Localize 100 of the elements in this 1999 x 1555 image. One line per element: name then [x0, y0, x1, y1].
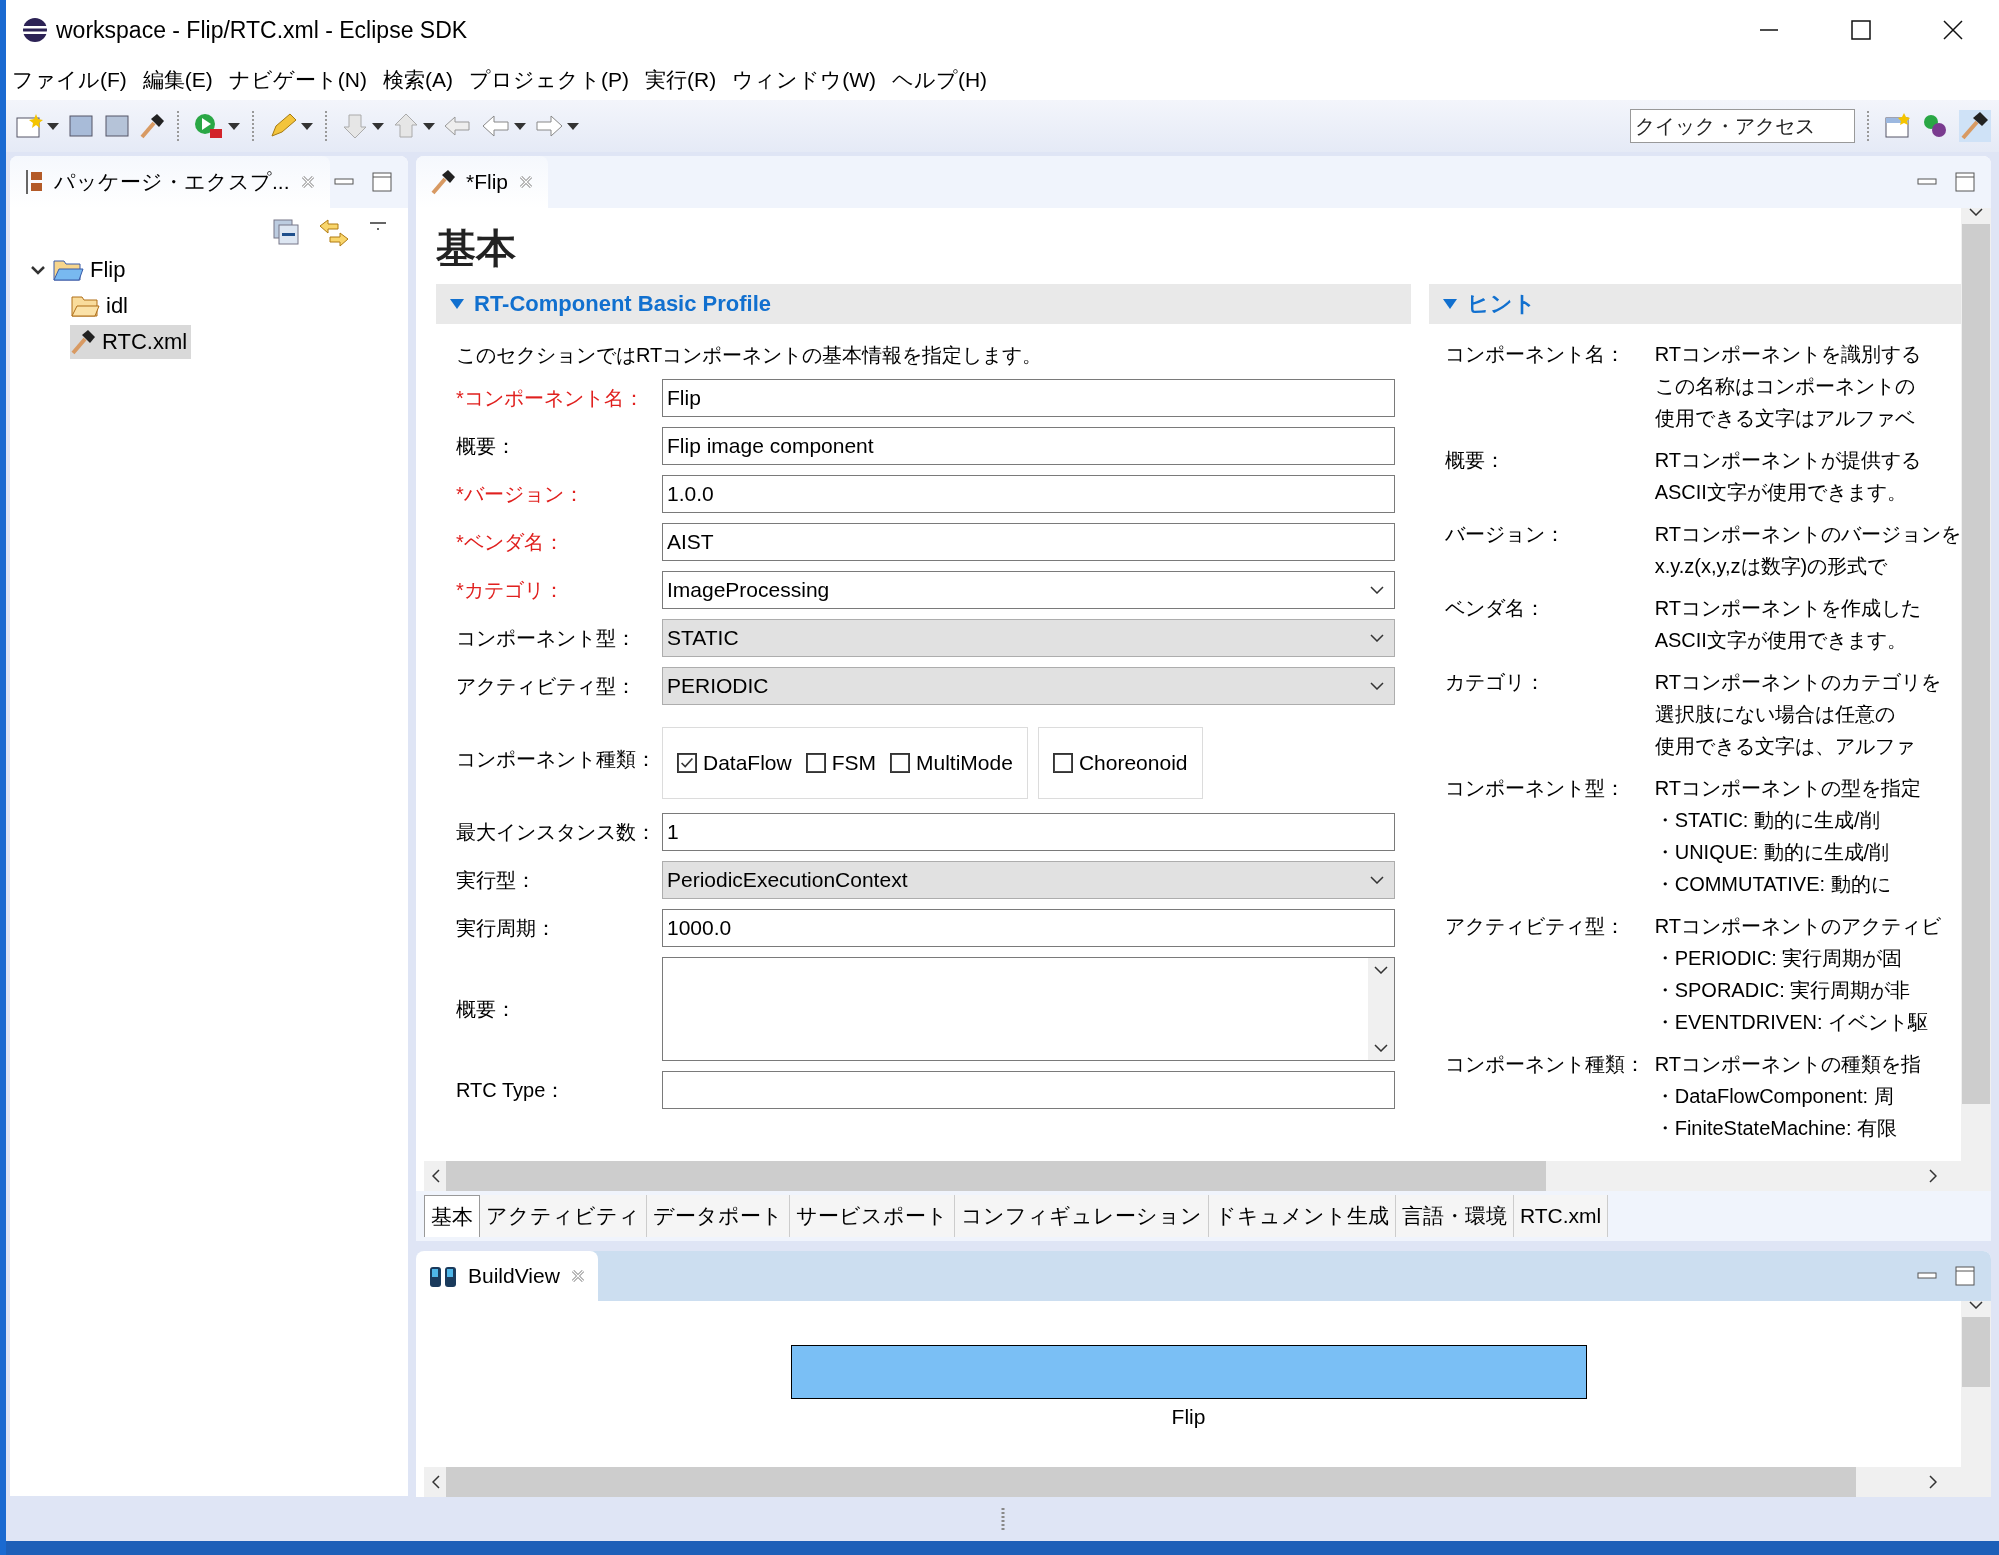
sash-grip-icon[interactable]: [1000, 1508, 1005, 1532]
page-tab[interactable]: コンフィギュレーション: [955, 1195, 1209, 1237]
hint-text: RTコンポーネントのカテゴリを: [1654, 670, 1942, 695]
collapse-triangle-icon[interactable]: [450, 299, 464, 309]
text-area[interactable]: [662, 957, 1395, 1061]
view-tab[interactable]: パッケージ・エクスプ...: [10, 156, 330, 208]
hint-label: ベンダ名：: [1444, 596, 1546, 621]
hint-text: ASCII文字が使用できます。: [1654, 628, 1908, 653]
text-field[interactable]: 1000.0: [662, 909, 1395, 947]
hint-text: この名称はコンポーネントの: [1654, 374, 1916, 399]
hint-text: ・PERIODIC: 実行周期が固: [1654, 946, 1904, 971]
quick-access-field[interactable]: クイック・アクセス: [1630, 109, 1855, 143]
vertical-scrollbar[interactable]: [1961, 1301, 1991, 1467]
hint-text: x.y.z(x,y,zは数字)の形式で: [1654, 554, 1889, 579]
hint-text: 選択肢にない場合は任意の: [1654, 702, 1896, 727]
field-label: 実行型：: [456, 867, 537, 893]
link-arrows-icon[interactable]: [318, 218, 350, 248]
page-tab[interactable]: ドキュメント生成: [1209, 1195, 1396, 1237]
component-label: Flip: [1171, 1405, 1206, 1429]
close-icon[interactable]: [1943, 20, 1963, 40]
scroll-left-icon[interactable]: [432, 1475, 440, 1489]
field-label: *コンポーネント名：: [456, 385, 645, 411]
hint-text: ASCII文字が使用できます。: [1654, 480, 1908, 505]
dropdown-arrow-icon[interactable]: [228, 122, 240, 130]
section-header[interactable]: RT-Component Basic Profile: [436, 284, 1411, 324]
scroll-left-icon[interactable]: [432, 1169, 440, 1183]
scroll-right-icon[interactable]: [1929, 1169, 1937, 1183]
page-tab[interactable]: 基本: [424, 1195, 480, 1237]
view-tab[interactable]: BuildView: [416, 1251, 598, 1301]
page-tab[interactable]: データポート: [647, 1195, 790, 1237]
hint-text: RTコンポーネントの種類を指: [1654, 1052, 1922, 1077]
hint-text: RTコンポーネントを識別する: [1654, 342, 1922, 367]
field-label: *バージョン：: [456, 481, 585, 507]
folder-icon: [70, 294, 100, 318]
hammer-icon: [430, 169, 456, 195]
eclipse-logo-icon: [22, 17, 48, 43]
menu-item[interactable]: ナビゲート(N): [228, 66, 367, 94]
combo-box[interactable]: ImageProcessing: [662, 571, 1395, 609]
collapse-all-icon[interactable]: [272, 218, 300, 246]
editor-tab[interactable]: *Flip: [416, 156, 548, 208]
menu-item[interactable]: プロジェクト(P): [469, 66, 629, 94]
checkbox[interactable]: [1052, 753, 1073, 773]
field-label: RTC Type：: [456, 1077, 567, 1103]
hint-text: ・STATIC: 動的に生成/削: [1654, 808, 1881, 833]
menu-item[interactable]: ウィンドウ(W): [732, 66, 876, 94]
page-tab[interactable]: 言語・環境: [1396, 1195, 1514, 1237]
text-field[interactable]: AIST: [662, 523, 1395, 561]
dropdown-arrow-icon[interactable]: [423, 122, 435, 130]
menu-item[interactable]: 実行(R): [645, 66, 717, 94]
dropdown[interactable]: STATIC: [662, 619, 1395, 657]
hint-label: 概要：: [1444, 448, 1506, 473]
checkbox[interactable]: [805, 753, 826, 773]
rt-perspective-icon[interactable]: [1959, 110, 1991, 142]
vertical-scrollbar[interactable]: [1961, 208, 1991, 1161]
text-field[interactable]: Flip: [662, 379, 1395, 417]
scroll-down-icon: [1373, 1044, 1388, 1052]
open-perspective-icon[interactable]: [1883, 112, 1913, 140]
run-icon[interactable]: [193, 112, 225, 140]
text-field[interactable]: Flip image component: [662, 427, 1395, 465]
field-label: コンポーネント種類：: [456, 746, 656, 772]
tree-item[interactable]: Flip: [52, 253, 130, 287]
collapse-triangle-icon[interactable]: [1442, 299, 1457, 309]
dropdown-arrow-icon[interactable]: [514, 122, 526, 130]
checkbox[interactable]: [677, 753, 697, 773]
tree-item[interactable]: idl: [70, 289, 132, 323]
menu-item[interactable]: 検索(A): [383, 66, 453, 94]
dropdown[interactable]: PERIODIC: [662, 667, 1395, 705]
dropdown-arrow-icon[interactable]: [47, 122, 59, 130]
tree-item[interactable]: RTC.xml: [70, 325, 192, 359]
hint-label: アクティビティ型：: [1444, 914, 1626, 939]
component-block[interactable]: [790, 1345, 1587, 1399]
page-tab[interactable]: RTC.xml: [1514, 1195, 1609, 1237]
maximize-icon[interactable]: [1851, 20, 1871, 40]
text-field[interactable]: [662, 1071, 1395, 1109]
menu-item[interactable]: ファイル(F): [12, 66, 127, 94]
text-field[interactable]: 1.0.0: [662, 475, 1395, 513]
hint-label: コンポーネント名：: [1444, 342, 1626, 367]
checkbox-label: DataFlow: [703, 751, 792, 775]
menu-item[interactable]: 編集(E): [142, 66, 213, 94]
dropdown-arrow-icon[interactable]: [301, 122, 313, 130]
hint-text: RTコンポーネントが提供する: [1654, 448, 1922, 473]
section-header[interactable]: ヒント: [1428, 284, 1961, 324]
scroll-right-icon[interactable]: [1929, 1475, 1937, 1489]
field-label: *カテゴリ：: [456, 577, 565, 603]
horizontal-scrollbar[interactable]: [424, 1467, 1991, 1497]
caret-icon: [1369, 876, 1384, 884]
caret-icon: [1369, 682, 1384, 690]
menu-item[interactable]: ヘルプ(H): [891, 66, 988, 94]
field-label: 概要：: [456, 433, 517, 459]
field-label: アクティビティ型：: [456, 673, 637, 699]
page-tab[interactable]: アクティビティ: [480, 1195, 647, 1237]
dropdown-arrow-icon[interactable]: [567, 122, 579, 130]
caret-icon: [1369, 634, 1384, 642]
dropdown-arrow-icon[interactable]: [372, 122, 384, 130]
dropdown[interactable]: PeriodicExecutionContext: [662, 861, 1395, 899]
checkbox[interactable]: [890, 753, 911, 773]
text-field[interactable]: 1: [662, 813, 1395, 851]
page-tab[interactable]: サービスポート: [790, 1195, 955, 1237]
page-heading: 基本: [436, 224, 517, 272]
horizontal-scrollbar[interactable]: [424, 1161, 1991, 1191]
